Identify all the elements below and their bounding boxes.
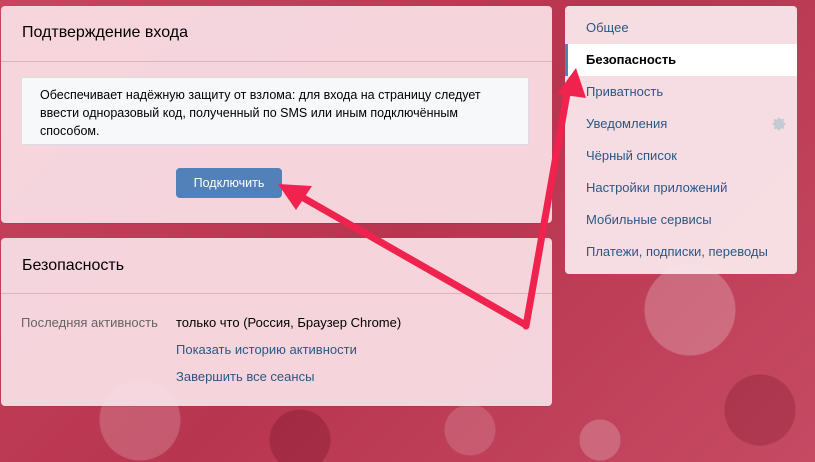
connect-button[interactable]: Подключить	[176, 168, 282, 198]
login-confirmation-notice: Обеспечивает надёжную защиту от взлома: …	[21, 77, 529, 145]
last-activity-value: только что (Россия, Браузер Chrome)	[176, 315, 402, 330]
menu-item-notifications-label: Уведомления	[586, 116, 668, 131]
menu-item-app-settings[interactable]: Настройки приложений	[565, 172, 797, 204]
notice-line: способом.	[40, 124, 100, 138]
last-activity-label: Последняя активность	[21, 315, 158, 330]
login-confirmation-title: Подтверждение входа	[22, 24, 188, 41]
menu-item-blacklist[interactable]: Чёрный список	[565, 140, 797, 172]
notice-line: ввести одноразовый код, полученный по SM…	[40, 106, 458, 120]
login-confirmation-card: Подтверждение входа Обеспечивает надёжну…	[1, 6, 552, 223]
settings-menu: Общее Безопасность Приватность Уведомлен…	[565, 6, 797, 274]
show-activity-history-link[interactable]: Показать историю активности	[176, 342, 357, 357]
gear-icon[interactable]	[771, 116, 787, 132]
menu-item-notifications[interactable]: Уведомления	[565, 108, 797, 140]
card-divider	[1, 61, 552, 62]
menu-item-mobile-services[interactable]: Мобильные сервисы	[565, 204, 797, 236]
menu-item-payments[interactable]: Платежи, подписки, переводы	[565, 236, 797, 268]
menu-item-privacy[interactable]: Приватность	[565, 76, 797, 108]
card-divider	[1, 293, 552, 294]
security-card: Безопасность Последняя активность только…	[1, 238, 552, 406]
menu-item-security[interactable]: Безопасность	[565, 44, 797, 76]
end-all-sessions-link[interactable]: Завершить все сеансы	[176, 369, 314, 384]
security-title: Безопасность	[22, 257, 125, 274]
notice-line: Обеспечивает надёжную защиту от взлома: …	[40, 88, 481, 102]
menu-item-general[interactable]: Общее	[565, 12, 797, 44]
